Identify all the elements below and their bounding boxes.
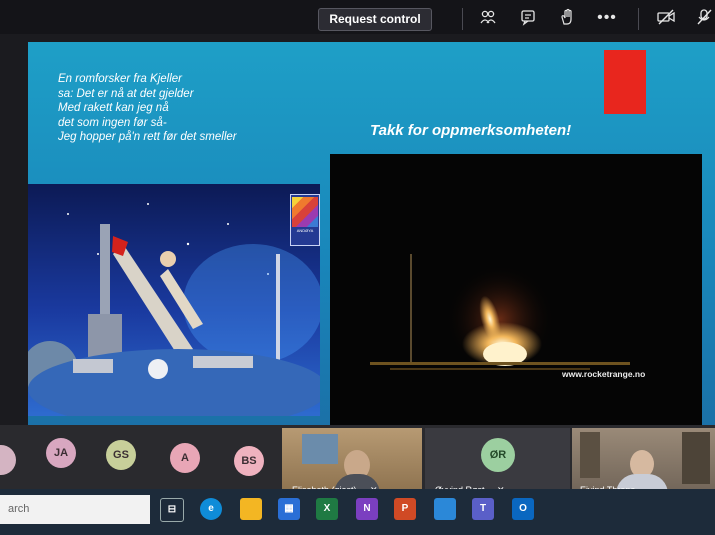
participant-avatar-or: ØR xyxy=(481,438,515,472)
onenote-icon[interactable]: N xyxy=(356,498,378,520)
mic-off-icon[interactable] xyxy=(694,8,714,28)
camera-off-icon[interactable] xyxy=(656,8,676,28)
request-control-button[interactable]: Request control xyxy=(318,8,432,31)
poem-line: En romforsker fra Kjeller xyxy=(58,73,182,85)
file-explorer-icon[interactable] xyxy=(240,498,262,520)
search-input[interactable]: arch xyxy=(0,495,150,524)
participant-avatar-bs[interactable]: BS xyxy=(234,446,264,476)
powerpoint-icon[interactable]: P xyxy=(394,498,416,520)
participant-strip: JA GS A BS Elisabeth (gjest) ✕ ØR Øyvind… xyxy=(0,425,715,498)
participant-video-tile[interactable]: Eivind Thrane xyxy=(572,428,715,498)
people-icon[interactable] xyxy=(478,8,498,28)
participant-avatar-gs[interactable]: GS xyxy=(106,440,136,470)
photos-icon[interactable] xyxy=(434,498,456,520)
rocket-launch-image: www.rocketrange.no xyxy=(330,154,702,426)
meeting-toolbar: Request control ••• xyxy=(0,0,715,34)
outlook-icon[interactable]: O xyxy=(512,498,534,520)
slide-red-block xyxy=(604,50,646,114)
shared-presentation-slide: En romforsker fra Kjeller sa: Det er nå … xyxy=(28,42,715,440)
poem-line: Jeg hopper på'n rett før det smeller xyxy=(58,131,237,143)
edge-icon[interactable]: e xyxy=(200,498,222,520)
toolbar-divider xyxy=(462,8,463,30)
poem-line: det som ingen før så- xyxy=(58,116,167,129)
toolbar-divider xyxy=(638,8,639,30)
windows-taskbar: arch ⊟ e ▦ X N P T O xyxy=(0,489,715,535)
participant-avatar[interactable] xyxy=(0,445,16,475)
rocket-artwork-image: ANDØYA xyxy=(28,184,320,416)
slide-poem: En romforsker fra Kjeller sa: Det er nå … xyxy=(58,72,318,145)
slide-thanks-heading: Takk for oppmerksomheten! xyxy=(370,122,572,139)
andoya-logo: ANDØYA xyxy=(290,194,320,246)
participant-avatar-ja[interactable]: JA xyxy=(46,438,76,468)
monitor-screen: Request control ••• En romforsker fra Kj… xyxy=(0,0,715,535)
poem-line: sa: Det er nå at det gjelder xyxy=(58,87,194,100)
excel-icon[interactable]: X xyxy=(316,498,338,520)
task-view-icon[interactable]: ⊟ xyxy=(160,498,184,522)
video-watermark: www.rocketrange.no xyxy=(562,369,646,379)
poem-line: Med rakett kan jeg nå xyxy=(58,102,169,114)
raise-hand-icon[interactable] xyxy=(557,8,577,28)
participant-video-tile[interactable]: Elisabeth (gjest) ✕ xyxy=(282,428,422,498)
teams-icon[interactable]: T xyxy=(472,498,494,520)
participant-avatar-a[interactable]: A xyxy=(170,443,200,473)
store-icon[interactable]: ▦ xyxy=(278,498,300,520)
more-icon[interactable]: ••• xyxy=(597,8,617,28)
participant-tile-oyvind[interactable]: ØR Øyvind Røst ✕ xyxy=(425,428,570,498)
chat-icon[interactable] xyxy=(518,8,538,28)
